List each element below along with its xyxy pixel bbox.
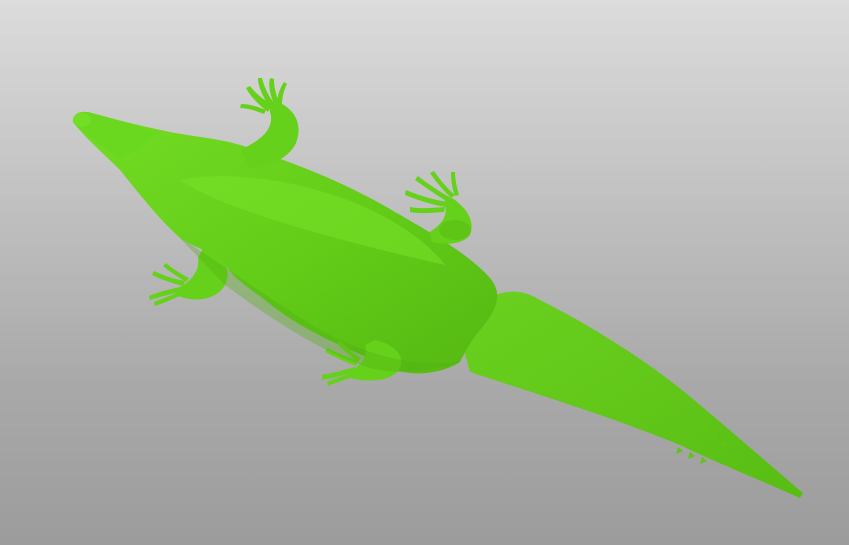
front-left-leg — [240, 102, 299, 168]
3d-viewport[interactable] — [0, 0, 849, 545]
nostril-bump — [73, 113, 91, 127]
crocodile-model[interactable] — [0, 0, 849, 545]
rear-left-knee — [439, 220, 471, 240]
crocodile-tail — [455, 291, 803, 498]
front-right-foot — [149, 263, 189, 306]
